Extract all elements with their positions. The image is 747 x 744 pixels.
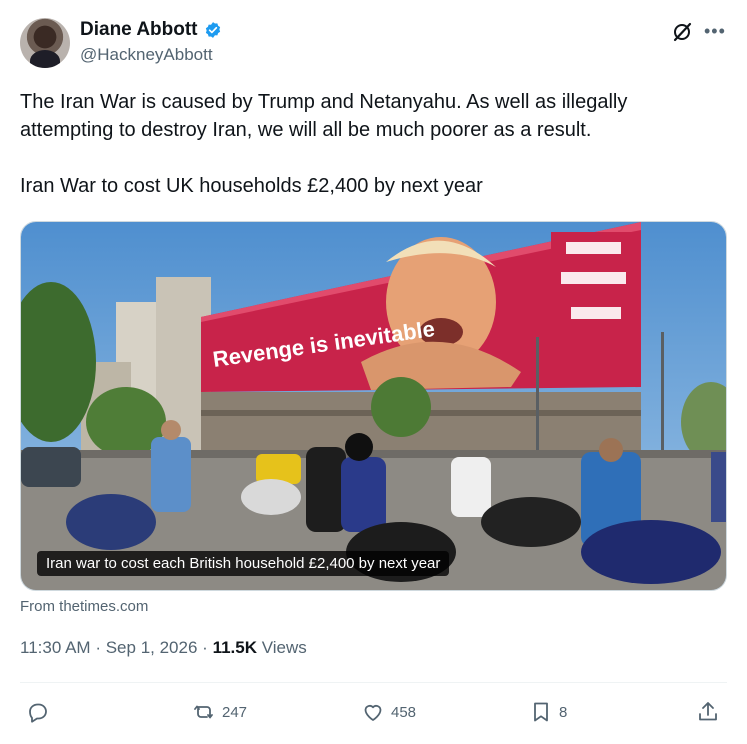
- tweet-date[interactable]: Sep 1, 2026: [106, 638, 198, 657]
- link-card-image[interactable]: Revenge is inevitable Iran war to cost e…: [20, 221, 727, 591]
- like-icon: [364, 704, 382, 721]
- tweet-meta: 11:30 AM · Sep 1, 2026 · 11.5K Views: [20, 638, 307, 658]
- share-icon: [699, 702, 717, 721]
- like-count: 458: [391, 703, 417, 721]
- tweet-time[interactable]: 11:30 AM: [20, 638, 91, 657]
- action-bar: 247 458 8: [0, 696, 747, 730]
- like-button[interactable]: 458: [361, 700, 416, 724]
- meta-separator: ·: [202, 638, 208, 657]
- share-button[interactable]: [696, 700, 720, 724]
- grok-icon[interactable]: [672, 22, 692, 42]
- tweet-paragraph: Iran War to cost UK households £2,400 by…: [20, 175, 483, 197]
- more-icon[interactable]: •••: [704, 22, 726, 40]
- verified-badge-icon: [205, 22, 220, 38]
- reply-button[interactable]: [26, 700, 50, 724]
- retweet-icon: [194, 705, 213, 719]
- author-name-row: Diane Abbott: [80, 19, 222, 41]
- views-label: Views: [261, 638, 307, 657]
- tweet-paragraph: The Iran War is caused by Trump and Neta…: [20, 91, 628, 141]
- bookmark-icon: [534, 702, 548, 722]
- retweet-count: 247: [222, 703, 248, 721]
- author-handle[interactable]: @HackneyAbbott: [80, 45, 213, 65]
- avatar[interactable]: [20, 18, 70, 68]
- meta-separator: ·: [95, 638, 101, 657]
- bookmark-button[interactable]: 8: [529, 700, 567, 724]
- billboard-photo: Revenge is inevitable: [21, 222, 726, 590]
- link-source[interactable]: From thetimes.com: [20, 598, 148, 615]
- author-name[interactable]: Diane Abbott: [80, 19, 198, 41]
- divider: [20, 682, 727, 683]
- reply-icon: [29, 703, 47, 723]
- tweet-text: The Iran War is caused by Trump and Neta…: [20, 88, 720, 200]
- retweet-button[interactable]: 247: [192, 700, 247, 724]
- bookmark-count: 8: [559, 703, 568, 721]
- views-count: 11.5K: [212, 638, 257, 657]
- link-card-caption: Iran war to cost each British household …: [37, 551, 450, 576]
